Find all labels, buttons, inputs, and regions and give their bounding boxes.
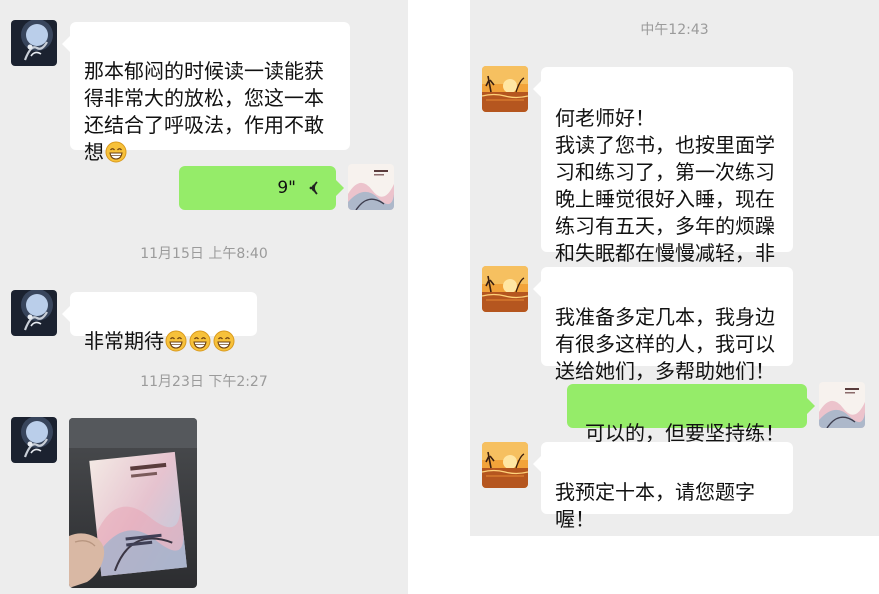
bottom-blank-area [470,536,879,594]
contact-avatar[interactable] [11,20,57,66]
book-cover-avatar-icon [819,382,865,428]
grin-emoji-icon [189,330,211,352]
sunset-avatar-icon [482,266,528,312]
message-bubble[interactable]: 我预定十本，请您题字喔！ [533,442,793,531]
message-bubble[interactable]: 我准备多定几本，我身边有很多这样的人，我可以送给她们，多帮助她们！ [533,267,793,383]
grin-emoji-icon [105,141,127,163]
message-text: 我准备多定几本，我身边有很多这样的人，我可以送给她们，多帮助她们！ [555,305,775,383]
sunset-avatar-icon [482,442,528,488]
sunset-avatar-icon [482,66,528,112]
moon-avatar-icon [11,290,57,336]
message-bubble[interactable]: 何老师好！ 我读了您书，也按里面学习和练习了，第一次练习晚上睡觉很好入睡，现在练… [533,67,793,292]
book-cover-avatar-icon [348,164,394,210]
contact-avatar[interactable] [482,266,528,312]
message-text: 我预定十本，请您题字喔！ [555,480,755,531]
contact-avatar[interactable] [11,417,57,463]
left-chat-panel[interactable]: 那本郁闷的时候读一读能获得非常大的放松，您这一本还结合了呼吸法，作用不敢想 9"… [0,0,408,594]
timestamp: 11月23日 下午2:27 [140,374,268,390]
photo-message[interactable] [69,418,197,588]
my-avatar[interactable] [819,382,865,428]
timestamp: 中午12:43 [640,22,709,38]
grin-emoji-icon [213,330,235,352]
message-text: 非常期待 [84,329,164,353]
grin-emoji-icon [165,330,187,352]
voice-message-bubble[interactable]: 9" [179,166,344,210]
moon-avatar-icon [11,417,57,463]
message-text: 何老师好！ 我读了您书，也按里面学习和练习了，第一次练习晚上睡觉很好入睡，现在练… [555,106,775,292]
contact-avatar[interactable] [482,66,528,112]
voice-wave-icon [309,181,318,195]
voice-duration: 9" [277,177,296,198]
message-bubble[interactable]: 那本郁闷的时候读一读能获得非常大的放松，您这一本还结合了呼吸法，作用不敢想 [62,22,350,164]
timestamp: 11月15日 上午8:40 [140,246,268,262]
book-in-hand-photo [69,418,197,588]
right-chat-panel[interactable]: 中午12:43 何老师好！ 我读了您书，也按里面学习和练习了，第一次练习晚上睡觉… [470,0,879,536]
outgoing-message-bubble[interactable]: 可以的，但要坚持练！ [567,384,815,445]
message-bubble[interactable]: 非常期待 [62,292,257,353]
contact-avatar[interactable] [482,442,528,488]
contact-avatar[interactable] [11,290,57,336]
my-avatar[interactable] [348,164,394,210]
moon-avatar-icon [11,20,57,66]
